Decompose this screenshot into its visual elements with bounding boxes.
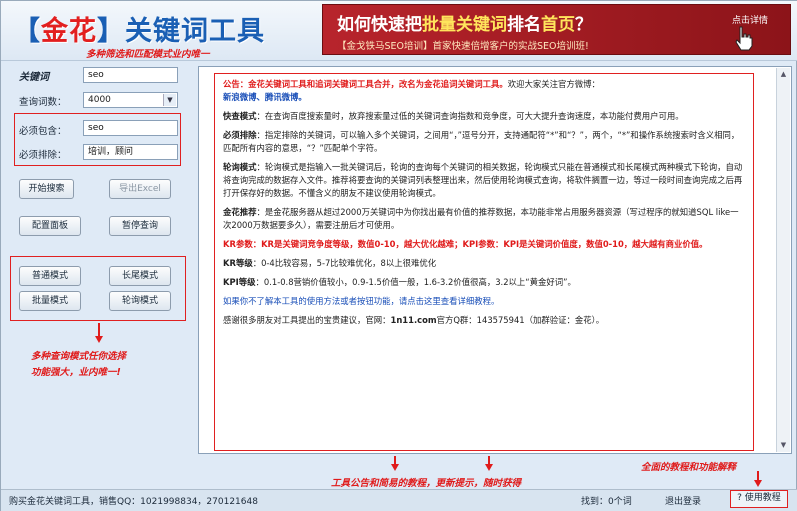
pointing-hand-icon xyxy=(735,26,753,51)
banner-title-end: ？ xyxy=(575,15,592,35)
kr-level-label: KR等级 xyxy=(223,258,253,268)
banner-title-highlight-2: 首页 xyxy=(541,15,575,35)
exclude-text: ：指定排除的关键词，可以输入多个关键词，之间用“，”逗号分开，支持通配符“*”和… xyxy=(223,130,740,153)
ad-banner[interactable]: 如何快速把批量关键词排名首页？ 【金戈铁马SEO培训】首家快速倍增客户的实战SE… xyxy=(322,4,791,55)
thanks-text: 感谢很多朋友对工具提出的宝贵建议，官网： xyxy=(223,315,391,325)
query-count-label: 查询词数： xyxy=(19,97,67,108)
normal-mode-button[interactable]: 普通模式 xyxy=(19,266,81,286)
fast-mode-paragraph: 快查模式：在查询百度搜索量时，放弃搜索量过低的关键词查询指数和竞争度，可大大提升… xyxy=(223,110,745,123)
logo-bracket-close: 】 xyxy=(97,16,125,47)
annotation-arrow-icon xyxy=(754,480,762,487)
must-exclude-label: 必须排除： xyxy=(19,150,67,161)
status-bar: 购买金花关键词工具，销售QQ：1021998834，270121648 找到：0… xyxy=(1,489,797,511)
banner-title-highlight: 批量关键词 xyxy=(422,15,507,35)
logo-bracket-open: 【 xyxy=(13,16,41,47)
kpi-level-text: ：0.1-0.8营销价值较小，0.9-1.5价值一般，1.6-3.2价值很高，3… xyxy=(255,277,576,287)
query-count-select[interactable]: 4000 ▼ xyxy=(83,92,178,108)
notice-tail: 欢迎大家关注官方微博： xyxy=(507,79,600,89)
must-include-label: 必须包含： xyxy=(19,126,67,137)
logo-title: 关键词工具 xyxy=(125,16,265,47)
qq-text: 官方Q群：143575941（加群验证：金花）。 xyxy=(436,315,605,325)
annotation-arrow-line xyxy=(98,323,100,337)
banner-title-mid: 排名 xyxy=(507,15,541,35)
must-include-input[interactable]: seo xyxy=(83,120,178,136)
batch-mode-button[interactable]: 批量模式 xyxy=(19,291,81,311)
query-count-value: 4000 xyxy=(88,95,111,105)
site-link[interactable]: 1n11.com xyxy=(391,315,437,325)
exclude-paragraph: 必须排除：指定排除的关键词，可以输入多个关键词，之间用“，”逗号分开，支持通配符… xyxy=(223,129,745,155)
help-tutorial-button[interactable]: ? 使用教程 xyxy=(730,490,788,508)
logout-button[interactable]: 退出登录 xyxy=(665,494,701,507)
must-exclude-input[interactable]: 培训，顾问 xyxy=(83,144,178,160)
poll-mode-button[interactable]: 轮询模式 xyxy=(109,291,171,311)
start-search-button[interactable]: 开始搜索 xyxy=(19,179,74,199)
logo-jinhua: 金花 xyxy=(41,16,97,47)
longtail-mode-button[interactable]: 长尾模式 xyxy=(109,266,171,286)
vertical-scrollbar[interactable]: ▲ ▼ xyxy=(776,68,790,452)
scroll-up-icon[interactable]: ▲ xyxy=(777,68,790,81)
thanks-paragraph: 感谢很多朋友对工具提出的宝贵建议，官网：1n11.com官方Q群：1435759… xyxy=(223,314,745,327)
config-panel-button[interactable]: 配置面板 xyxy=(19,216,81,236)
chevron-down-icon: ▼ xyxy=(163,94,176,106)
kpi-level-paragraph: KPI等级：0.1-0.8营销价值较小，0.9-1.5价值一般，1.6-3.2价… xyxy=(223,276,745,289)
kpi-level-label: KPI等级 xyxy=(223,277,256,287)
notice-document: 公告：金花关键词工具和追词关键词工具合并，改名为金花追词关键词工具。欢迎大家关注… xyxy=(214,73,754,451)
notice-text: 金花关键词工具和追词关键词工具合并，改名为金花追词关键词工具。 xyxy=(248,79,508,89)
tutorial-link[interactable]: 如果你不了解本工具的使用方法或者按钮功能，请点击这里查看详细教程。 xyxy=(223,295,745,308)
keyword-label: 关键词 xyxy=(19,72,49,83)
banner-title-pre: 如何快速把 xyxy=(337,15,422,35)
notice-label: 公告： xyxy=(223,79,249,89)
poll-label: 轮询模式 xyxy=(223,162,257,172)
app-window: 【金花】关键词工具 如何快速把批量关键词排名首页？ 【金戈铁马SEO培训】首家快… xyxy=(0,0,797,511)
fast-mode-label: 快查模式 xyxy=(223,111,257,121)
app-logo: 【金花】关键词工具 xyxy=(13,9,265,48)
annotation-query-modes: 多种查询模式任你选择 功能强大，业内唯一! xyxy=(31,351,127,378)
annotation-notice-tutorial: 工具公告和简易的教程，更新提示，随时获得 xyxy=(331,478,522,489)
notice-panel: 公告：金花关键词工具和追词关键词工具合并，改名为金花追词关键词工具。欢迎大家关注… xyxy=(198,66,792,454)
export-excel-button[interactable]: 导出Excel xyxy=(109,179,171,199)
kr-level-paragraph: KR等级：0-4比较容易，5-7比较难优化，8以上很难优化 xyxy=(223,257,745,270)
notice-paragraph: 公告：金花关键词工具和追词关键词工具合并，改名为金花追词关键词工具。欢迎大家关注… xyxy=(223,78,745,104)
poll-text: ：轮询模式是指输入一批关键词后，轮询的查询每个关键词的相关数据，轮询模式只能在普… xyxy=(223,162,743,198)
keyword-input[interactable]: seo xyxy=(83,67,178,83)
kr-kpi-paragraph: KR参数：KR是关键词竞争度等级，数值0-10，越大优化越难；KPI参数：KPI… xyxy=(223,239,708,249)
pause-query-button[interactable]: 暂停查询 xyxy=(109,216,171,236)
recommend-paragraph: 金花推荐：是金花服务器从超过2000万关键词中为你找出最有价值的推荐数据，本功能… xyxy=(223,206,745,232)
annotation-filter-modes: 多种筛选和匹配模式业内唯一 xyxy=(86,49,210,60)
scroll-down-icon[interactable]: ▼ xyxy=(777,439,790,452)
annotation-arrow-icon xyxy=(391,464,399,471)
banner-subtitle: 【金戈铁马SEO培训】首家快速倍增客户的实战SEO培训班! xyxy=(337,41,589,52)
annotation-arrow-icon xyxy=(95,336,103,343)
annotation-arrow-icon xyxy=(485,464,493,471)
poll-paragraph: 轮询模式：轮询模式是指输入一批关键词后，轮询的查询每个关键词的相关数据，轮询模式… xyxy=(223,161,745,200)
purchase-info: 购买金花关键词工具，销售QQ：1021998834，270121648 xyxy=(9,497,258,507)
recommend-text: ：是金花服务器从超过2000万关键词中为你找出最有价值的推荐数据，本功能非常占用… xyxy=(223,207,739,230)
banner-title: 如何快速把批量关键词排名首页？ xyxy=(337,10,592,35)
annotation-full-tutorial: 全面的教程和功能解释 xyxy=(641,462,737,473)
exclude-label: 必须排除 xyxy=(223,130,257,140)
fast-mode-text: ：在查询百度搜索量时，放弃搜索量过低的关键词查询指数和竞争度，可大大提升查询速度… xyxy=(256,111,684,121)
weibo-link[interactable]: 新浪微博、腾讯微博。 xyxy=(223,92,307,102)
found-count: 找到：0个词 xyxy=(581,497,632,507)
kr-level-text: ：0-4比较容易，5-7比较难优化，8以上很难优化 xyxy=(252,258,437,268)
recommend-label: 金花推荐 xyxy=(223,207,257,217)
